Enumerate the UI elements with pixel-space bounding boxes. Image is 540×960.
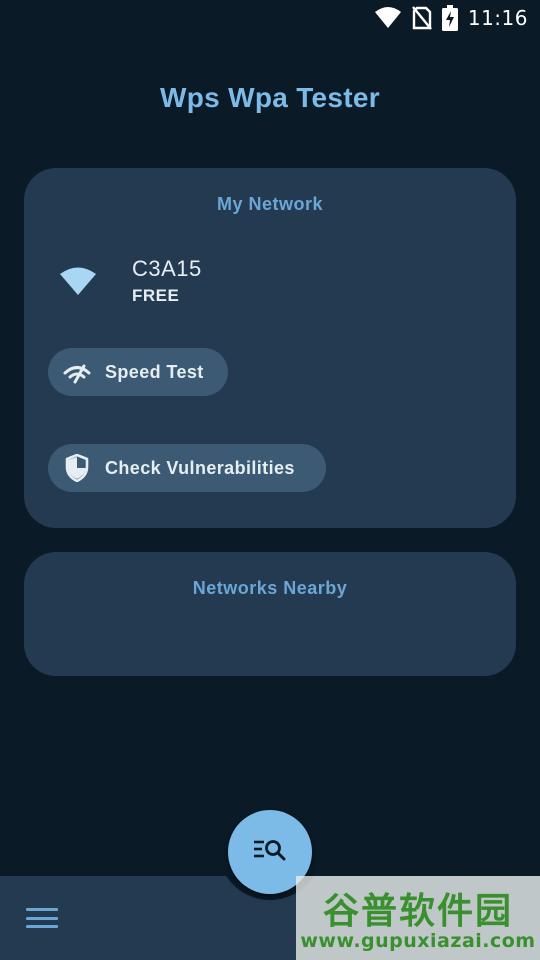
- app-title: Wps Wpa Tester: [160, 82, 380, 113]
- check-vulnerabilities-button[interactable]: Check Vulnerabilities: [48, 444, 326, 492]
- battery-charging-icon: [441, 5, 458, 31]
- check-vulnerabilities-label: Check Vulnerabilities: [105, 457, 295, 478]
- app-screen: 11:16 Wps Wpa Tester My Network C3A15 FR…: [0, 0, 540, 960]
- watermark-url: www.gupuxiazai.com: [300, 930, 536, 952]
- status-bar: 11:16: [0, 0, 540, 36]
- network-security: FREE: [132, 286, 180, 305]
- status-time: 11:16: [467, 6, 528, 30]
- search-list-icon: [253, 838, 287, 867]
- watermark-logo: 谷普软件园: [322, 891, 513, 932]
- wifi-icon: [58, 265, 98, 297]
- wifi-icon: [374, 7, 402, 29]
- my-network-card: My Network C3A15 FREE Speed Test Check V…: [24, 168, 516, 528]
- my-network-title: My Network: [216, 194, 324, 214]
- speed-test-button[interactable]: Speed Test: [48, 348, 228, 396]
- network-info: C3A15 FREE: [132, 256, 202, 306]
- networks-nearby-card: Networks Nearby: [24, 552, 516, 676]
- networks-nearby-title: Networks Nearby: [192, 578, 348, 598]
- current-network[interactable]: C3A15 FREE: [58, 256, 202, 306]
- menu-icon[interactable]: [26, 904, 58, 932]
- speed-test-label: Speed Test: [105, 361, 204, 382]
- speed-test-icon: [62, 357, 92, 387]
- watermark: 谷普软件园 www.gupuxiazai.com: [296, 876, 540, 960]
- shield-icon: [62, 453, 92, 483]
- network-ssid: C3A15: [132, 256, 202, 281]
- no-sim-icon: [411, 6, 432, 30]
